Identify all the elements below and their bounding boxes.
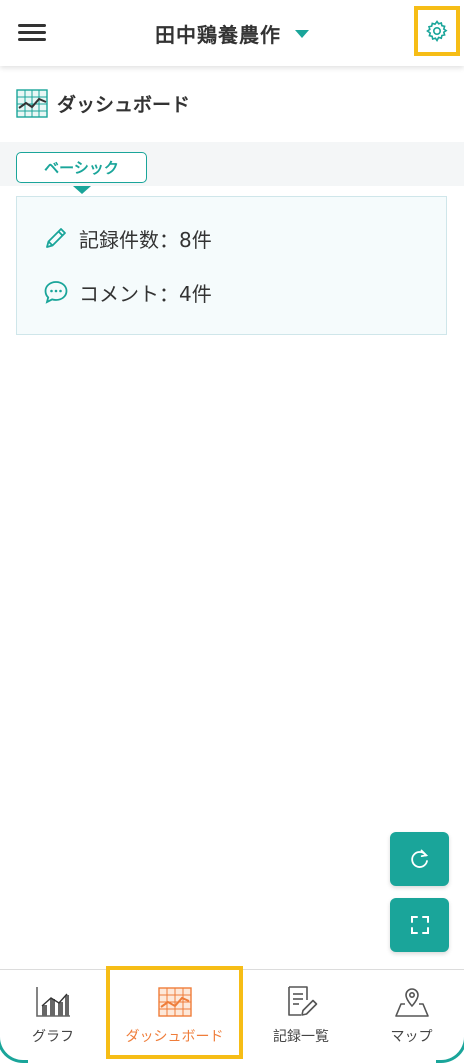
dashboard-chart-icon xyxy=(157,987,192,1017)
nav-record-list-label: 記録一覧 xyxy=(273,1029,329,1045)
record-count-row: 記録件数：8件 xyxy=(41,223,212,253)
page-title-text: ダッシュボード xyxy=(57,93,191,116)
nav-dashboard-label: ダッシュボード xyxy=(125,1029,224,1045)
tab-active-indicator xyxy=(73,186,91,194)
map-pin-icon xyxy=(394,988,429,1017)
pencil-icon xyxy=(41,223,71,253)
dashboard-chart-icon xyxy=(16,89,48,118)
fullscreen-button[interactable] xyxy=(390,898,449,952)
fullscreen-icon xyxy=(410,916,429,934)
bar-chart-icon xyxy=(36,987,70,1017)
nav-map-label: マップ xyxy=(390,1029,433,1045)
record-list-icon xyxy=(288,986,318,1016)
settings-button[interactable] xyxy=(414,6,460,56)
farm-selector[interactable]: 田中鶏養農作 xyxy=(0,0,464,66)
caret-down-icon xyxy=(295,30,309,38)
nav-graph-label: グラフ xyxy=(32,1029,74,1045)
gear-icon xyxy=(426,20,448,43)
bottom-nav: グラフ ダッシュボード 記録一覧 マップ xyxy=(0,966,464,1061)
comment-count-row: コメント：4件 xyxy=(41,277,212,307)
app-header: 田中鶏養農作 xyxy=(0,0,464,66)
refresh-button[interactable] xyxy=(390,832,449,886)
stats-card: 記録件数：8件 コメント：4件 xyxy=(16,196,447,335)
nav-graph[interactable]: グラフ xyxy=(0,970,106,1061)
comment-count-text: コメント：4件 xyxy=(79,281,212,306)
refresh-icon xyxy=(410,849,428,868)
nav-map[interactable]: マップ xyxy=(359,970,464,1061)
record-count-text: 記録件数：8件 xyxy=(79,227,212,252)
tab-basic[interactable]: ベーシック xyxy=(16,152,147,183)
nav-record-list[interactable]: 記録一覧 xyxy=(243,970,359,1061)
farm-title: 田中鶏養農作 xyxy=(155,22,281,47)
comment-icon xyxy=(41,277,71,307)
page-title: ダッシュボード xyxy=(15,86,190,120)
nav-dashboard[interactable]: ダッシュボード xyxy=(106,966,243,1059)
